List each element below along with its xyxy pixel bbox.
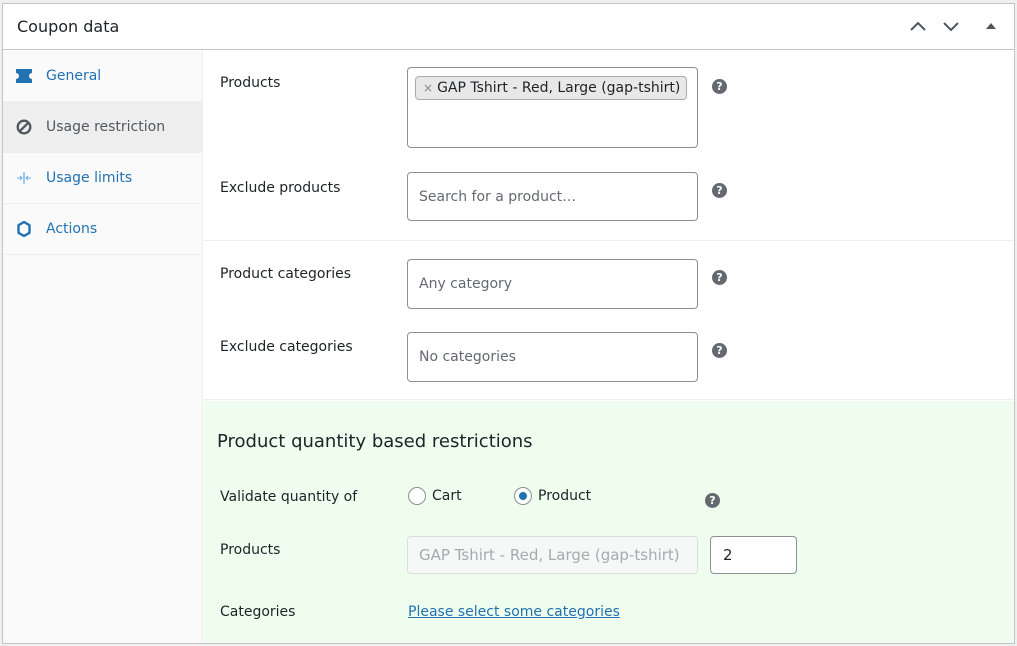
help-icon[interactable]: ? — [712, 270, 727, 285]
select-categories-link[interactable]: Please select some categories — [408, 604, 620, 620]
exclude-products-select[interactable]: Search for a product… — [407, 172, 698, 221]
exclude-categories-label: Exclude categories — [220, 339, 353, 355]
usage-restriction-content: Products × GAP Tshirt - Red, Large (gap-… — [204, 51, 1014, 643]
sidebar-item-general[interactable]: General — [3, 51, 202, 102]
gear-icon — [15, 220, 33, 238]
panel-title: Coupon data — [17, 17, 120, 36]
help-icon[interactable]: ? — [712, 343, 727, 358]
exclude-categories-select[interactable]: No categories — [407, 332, 698, 382]
sidebar-item-label: Actions — [46, 221, 98, 237]
remove-chip-icon[interactable]: × — [423, 81, 433, 95]
sidebar-item-label: Usage restriction — [46, 119, 166, 135]
chevron-down-icon[interactable] — [941, 16, 961, 36]
sidebar-item-label: Usage limits — [46, 170, 133, 186]
radio-cart[interactable]: Cart — [408, 487, 462, 505]
section-heading: Product quantity based restrictions — [217, 431, 533, 452]
panel-header: Coupon data — [3, 4, 1014, 50]
sidebar-item-label: General — [46, 68, 102, 84]
quantity-restrictions-section: Product quantity based restrictions Vali… — [204, 401, 1014, 643]
validate-quantity-label: Validate quantity of — [220, 489, 358, 505]
qty-products-label: Products — [220, 542, 281, 558]
help-icon[interactable]: ? — [705, 493, 720, 508]
qty-categories-label: Categories — [220, 604, 296, 620]
product-quantity-input[interactable]: 2 — [710, 536, 797, 574]
coupon-tabs-sidebar: General Usage restriction Usage limits A… — [3, 51, 203, 643]
exclude-products-placeholder: Search for a product… — [419, 188, 577, 205]
limits-icon — [15, 169, 33, 187]
product-categories-placeholder: Any category — [419, 276, 513, 292]
chevron-up-icon[interactable] — [908, 16, 928, 36]
selected-product-chip: × GAP Tshirt - Red, Large (gap-tshirt) — [415, 76, 688, 100]
radio-circle[interactable] — [408, 487, 426, 505]
help-icon[interactable]: ? — [712, 79, 727, 94]
radio-label: Product — [538, 488, 592, 504]
coupon-data-panel: Coupon data General Usage restriction Us… — [2, 3, 1015, 644]
exclude-categories-placeholder: No categories — [419, 349, 516, 365]
radio-label: Cart — [432, 488, 462, 504]
qty-product-name: GAP Tshirt - Red, Large (gap-tshirt) — [407, 536, 698, 574]
exclude-products-label: Exclude products — [220, 180, 341, 196]
triangle-up-icon[interactable] — [981, 16, 1001, 36]
product-categories-select[interactable]: Any category — [407, 259, 698, 309]
sidebar-item-usage-restriction[interactable]: Usage restriction — [3, 102, 202, 153]
block-icon — [15, 118, 33, 136]
help-icon[interactable]: ? — [712, 183, 727, 198]
products-select[interactable]: × GAP Tshirt - Red, Large (gap-tshirt) — [407, 67, 698, 148]
product-categories-label: Product categories — [220, 266, 351, 282]
radio-product[interactable]: Product — [514, 487, 591, 505]
categories-section: Product categories Any category ? Exclud… — [204, 242, 1014, 400]
sidebar-item-usage-limits[interactable]: Usage limits — [3, 153, 202, 204]
products-label: Products — [220, 75, 281, 91]
products-section: Products × GAP Tshirt - Red, Large (gap-… — [204, 51, 1014, 241]
ticket-icon — [15, 67, 33, 85]
sidebar-item-actions[interactable]: Actions — [3, 204, 202, 255]
chip-label: GAP Tshirt - Red, Large (gap-tshirt) — [437, 80, 681, 96]
radio-circle[interactable] — [514, 487, 532, 505]
